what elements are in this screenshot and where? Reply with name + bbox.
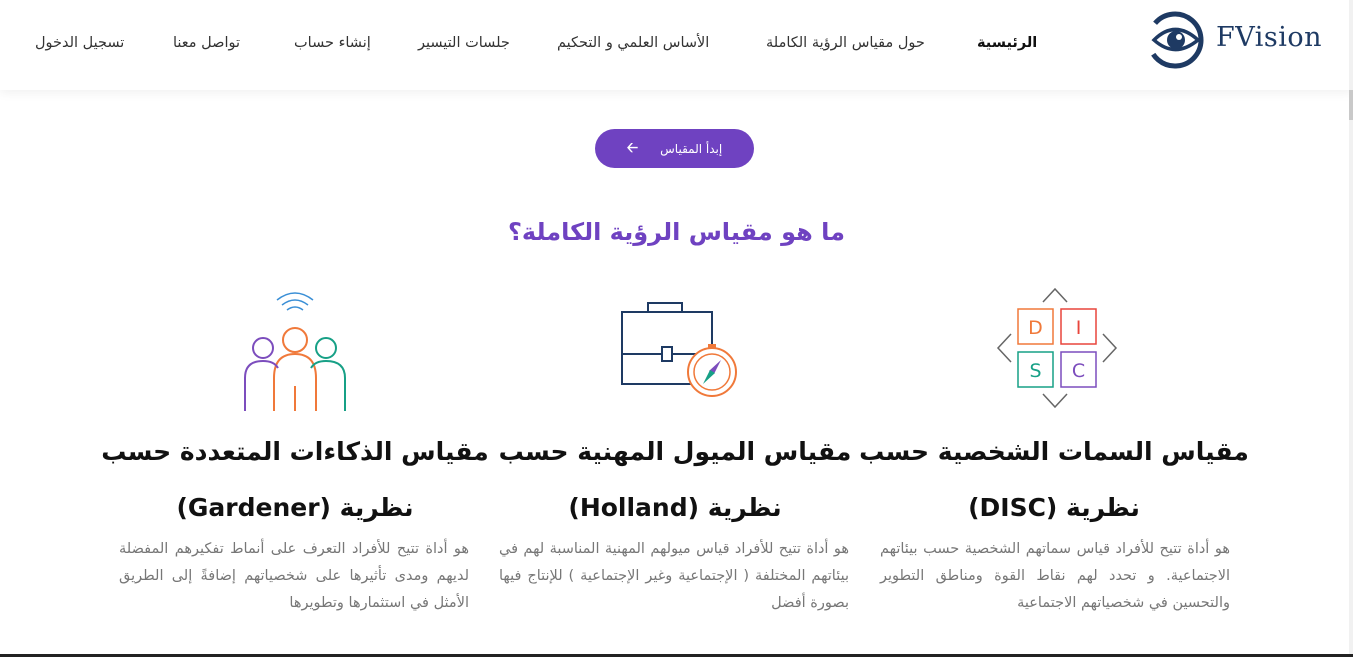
page-scrollbar[interactable] [1349, 0, 1353, 657]
arrow-left-icon: 🡠 [626, 139, 639, 156]
nav-item-login[interactable]: تسجيل الدخول [35, 35, 124, 51]
disc-letter-i: I [1076, 317, 1082, 339]
card-gardener-title: مقياس الذكاءات المتعددة حسب نظرية (Garde… [95, 424, 495, 536]
card-disc-title-line2: نظرية (DISC) [968, 493, 1140, 522]
start-scale-button[interactable]: 🡠 إبدأ المقياس [595, 129, 754, 168]
people-wifi-icon [244, 292, 346, 411]
section-title: ما هو مقياس الرؤية الكاملة؟ [507, 218, 846, 246]
start-scale-label: إبدأ المقياس [660, 141, 723, 156]
nav-item-facilitation-sessions[interactable]: جلسات التيسير [418, 35, 510, 51]
card-gardener-description: هو أداة تتيح للأفراد التعرف على أنماط تف… [119, 541, 469, 611]
disc-letter-d: D [1028, 317, 1043, 339]
disc-letter-c: C [1072, 360, 1085, 382]
top-navbar: FVision الرئيسية حول مقياس الرؤية الكامل… [0, 0, 1353, 90]
disc-letter-s: S [1029, 360, 1041, 382]
scrollbar-thumb[interactable] [1349, 90, 1353, 120]
nav-item-home[interactable]: الرئيسية [977, 35, 1037, 51]
card-gardener-title-line2: نظرية (Gardener) [176, 493, 414, 522]
brand-name: FVision [1216, 22, 1323, 53]
card-gardener-title-line1: مقياس الذكاءات المتعددة حسب [101, 437, 489, 466]
card-holland-title-line2: نظرية (Holland) [568, 493, 782, 522]
card-holland-description: هو أداة تتيح للأفراد قياس ميولهم المهنية… [499, 541, 849, 611]
eye-logo-icon [1146, 11, 1204, 69]
card-disc-title: مقياس السمات الشخصية حسب نظرية (DISC) [854, 424, 1254, 536]
card-holland-title-line1: مقياس الميول المهنية حسب [498, 437, 852, 466]
briefcase-compass-icon [621, 302, 737, 397]
disc-icon: D I S C [996, 287, 1118, 409]
card-disc-description: هو أداة تتيح للأفراد قياس سماتهم الشخصية… [880, 541, 1230, 611]
nav-item-about[interactable]: حول مقياس الرؤية الكاملة [766, 35, 925, 51]
card-holland-title: مقياس الميول المهنية حسب نظرية (Holland) [475, 424, 875, 536]
nav-item-create-account[interactable]: إنشاء حساب [294, 35, 371, 51]
fvision-logo[interactable]: FVision [1146, 10, 1336, 70]
card-disc-title-line1: مقياس السمات الشخصية حسب [859, 437, 1249, 466]
nav-item-scientific-basis[interactable]: الأساس العلمي و التحكيم [557, 35, 709, 51]
nav-item-contact[interactable]: تواصل معنا [173, 35, 240, 51]
